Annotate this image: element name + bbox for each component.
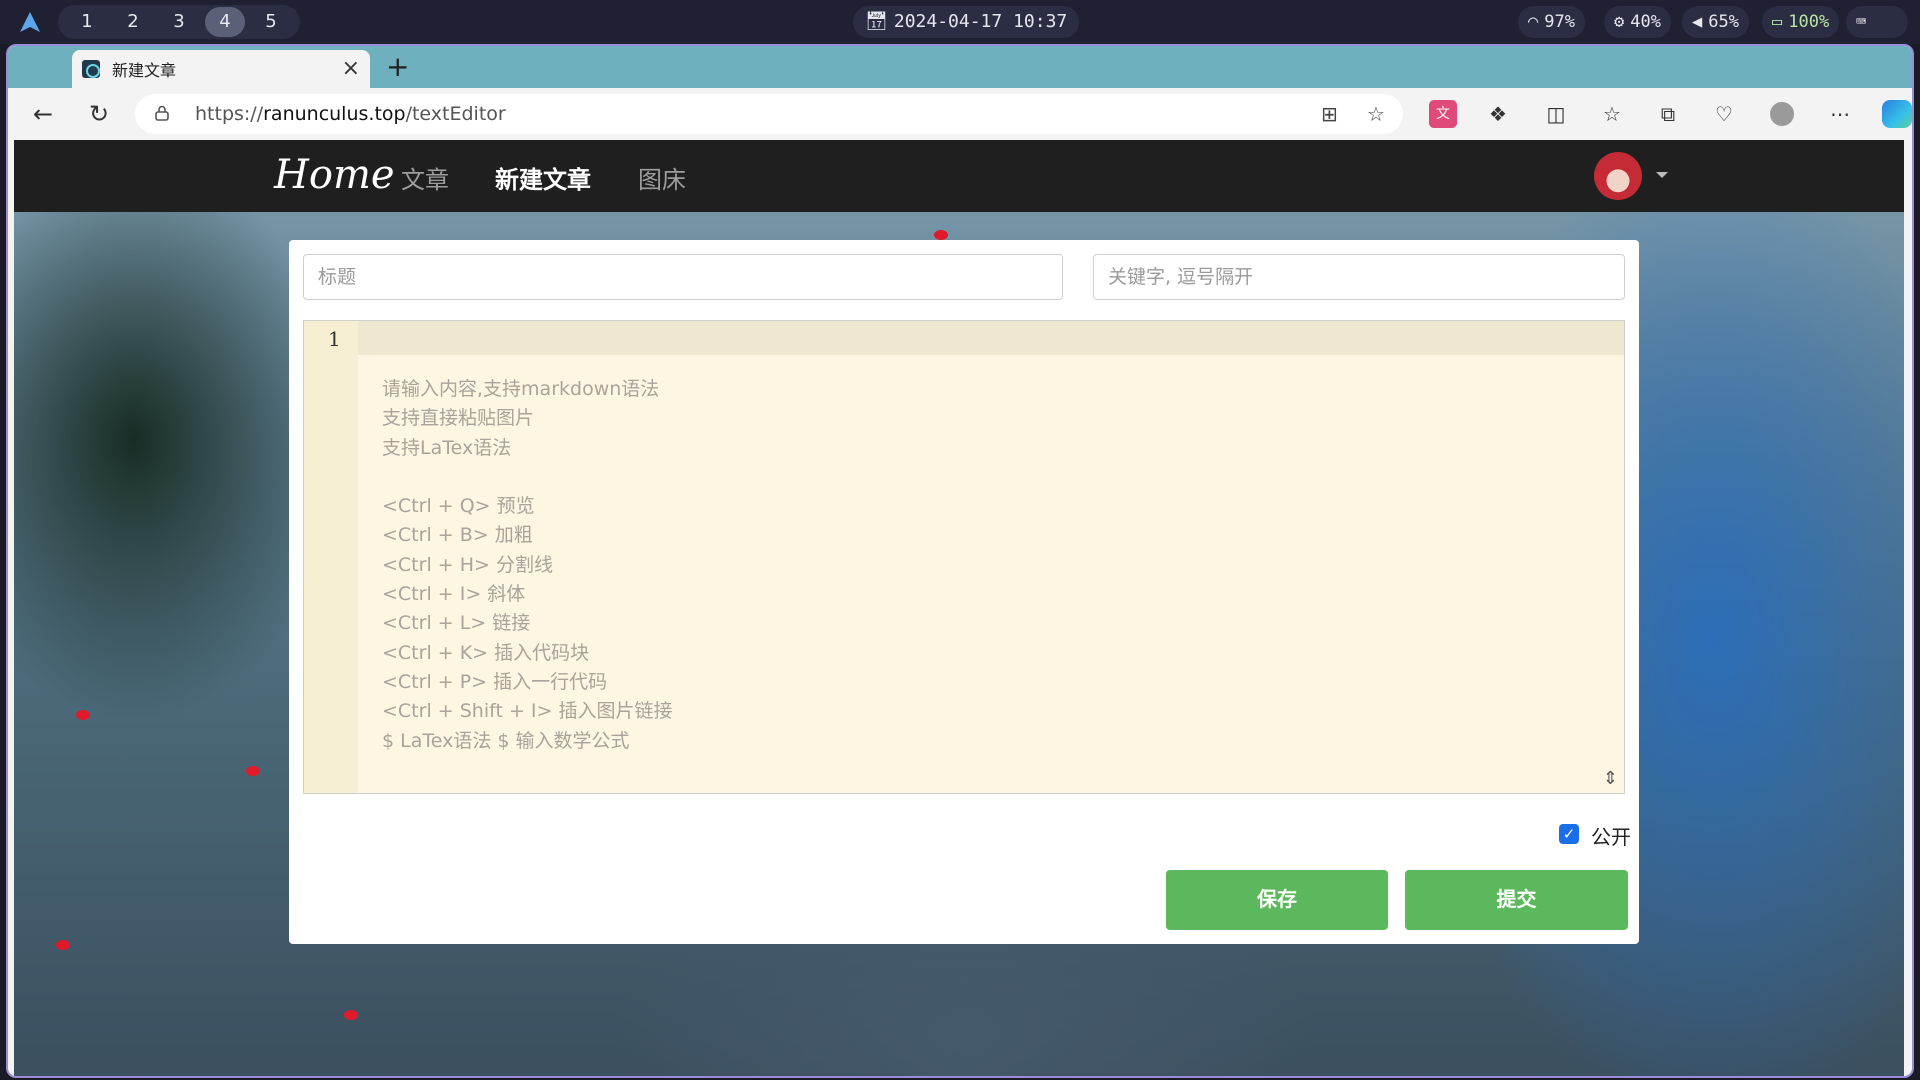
workspace-5[interactable]: 5 <box>251 7 291 37</box>
submit-button[interactable]: 提交 <box>1405 870 1628 930</box>
red-petal-decoration <box>344 1010 358 1020</box>
more-menu-icon[interactable]: ⋯ <box>1826 100 1854 128</box>
user-avatar[interactable] <box>1594 152 1642 200</box>
red-petal-decoration <box>76 710 90 720</box>
browser-tab[interactable]: 新建文章 × <box>72 50 370 88</box>
editor-placeholder: 请输入内容,支持markdown语法 支持直接粘贴图片 支持LaTex语法 <C… <box>382 378 673 752</box>
red-petal-decoration <box>934 230 948 240</box>
profile-avatar-icon[interactable] <box>1770 102 1794 126</box>
brightness-status[interactable]: ⚙ 40% <box>1604 6 1671 38</box>
new-tab-icon[interactable]: + <box>386 50 409 83</box>
translate-extension-icon[interactable]: 文 <box>1429 100 1457 128</box>
workspace-2[interactable]: 2 <box>113 7 153 37</box>
lock-icon[interactable] <box>155 105 169 121</box>
tab-title: 新建文章 <box>112 61 177 80</box>
keywords-input[interactable] <box>1093 254 1625 300</box>
split-screen-icon[interactable]: ◫ <box>1542 100 1570 128</box>
favorites-icon[interactable]: ☆ <box>1598 100 1626 128</box>
brightness-text: 40% <box>1630 12 1661 32</box>
workspace-3[interactable]: 3 <box>159 7 199 37</box>
nav-image-host[interactable]: 图床 <box>638 160 686 195</box>
public-checkbox[interactable]: ✓ <box>1559 824 1579 844</box>
home-brand-link[interactable]: Home <box>274 152 395 198</box>
browser-toolbar: ← ↻ https://ranunculus.top/textEditor ⊞ … <box>8 88 1912 140</box>
workspace-switcher: 1 2 3 4 5 <box>58 5 300 39</box>
battery-status[interactable]: ▭ 100% <box>1762 6 1840 38</box>
markdown-editor[interactable]: 1 请输入内容,支持markdown语法 支持直接粘贴图片 支持LaTex语法 … <box>303 320 1625 794</box>
back-arrow-icon[interactable]: ← <box>28 99 58 129</box>
red-petal-decoration <box>56 940 70 950</box>
chevron-down-icon[interactable] <box>1656 172 1668 178</box>
brightness-icon: ⚙ <box>1614 12 1625 32</box>
line-number-gutter <box>304 321 358 793</box>
workspace-4[interactable]: 4 <box>205 7 245 37</box>
active-line-highlight <box>358 321 1624 355</box>
resize-handle-icon[interactable]: ⇕ <box>1603 768 1618 789</box>
wifi-icon: ◠ <box>1528 12 1539 32</box>
address-bar[interactable]: https://ranunculus.top/textEditor ⊞ ☆ <box>135 94 1403 134</box>
favorite-star-icon[interactable]: ☆ <box>1367 102 1385 126</box>
collections-icon[interactable]: ⧉ <box>1654 100 1682 128</box>
clock[interactable]: 📅︎ 2024-04-17 10:37 <box>853 6 1080 38</box>
url-host: ranunculus.top <box>263 103 406 125</box>
battery-text: 100% <box>1788 12 1830 32</box>
public-label: 公开 <box>1591 825 1631 849</box>
extensions-puzzle-icon[interactable]: ❖ <box>1484 100 1512 128</box>
url-path: /textEditor <box>405 103 506 125</box>
red-petal-decoration <box>246 766 260 776</box>
workspace-1[interactable]: 1 <box>67 7 107 37</box>
keyboard-icon: ⌨ <box>1856 12 1867 32</box>
site-navbar: Home 文章 新建文章 图床 <box>14 140 1904 212</box>
url-text[interactable]: https://ranunculus.top/textEditor <box>195 103 506 125</box>
react-favicon-icon <box>82 60 100 78</box>
tab-close-icon[interactable]: × <box>342 56 360 81</box>
arch-logo-icon[interactable] <box>18 10 42 34</box>
copilot-icon[interactable] <box>1882 100 1912 128</box>
browser-essentials-icon[interactable]: ♡ <box>1710 100 1738 128</box>
calendar-icon: 📅︎ <box>865 11 888 32</box>
title-input[interactable] <box>303 254 1063 300</box>
url-scheme: https:// <box>195 103 264 125</box>
tray-area[interactable]: ⌨ <box>1846 6 1908 38</box>
refresh-icon[interactable]: ↻ <box>84 99 114 129</box>
nav-articles[interactable]: 文章 <box>401 160 449 195</box>
volume-icon: ◀ <box>1692 12 1703 32</box>
nav-new-article[interactable]: 新建文章 <box>495 160 591 195</box>
editor-card: 1 请输入内容,支持markdown语法 支持直接粘贴图片 支持LaTex语法 … <box>289 240 1639 944</box>
line-number: 1 <box>328 327 341 351</box>
battery-icon: ▭ <box>1772 12 1783 32</box>
volume-status[interactable]: ◀ 65% <box>1682 6 1749 38</box>
wifi-status[interactable]: ◠ 97% <box>1518 6 1585 38</box>
system-top-bar: 1 2 3 4 5 📅︎ 2024-04-17 10:37 ◠ 97% ⚙ 40… <box>0 0 1920 44</box>
save-button[interactable]: 保存 <box>1166 870 1388 930</box>
browser-window: 新建文章 × + ← ↻ https://ranunculus.top/text… <box>6 44 1914 1078</box>
wifi-text: 97% <box>1544 12 1575 32</box>
web-page: Home 文章 新建文章 图床 1 请输入内容,支持markdown语法 支持直… <box>14 140 1904 1076</box>
app-grid-icon[interactable]: ⊞ <box>1321 102 1338 126</box>
volume-text: 65% <box>1708 12 1739 32</box>
tab-strip: 新建文章 × + <box>8 46 1912 88</box>
datetime-text: 2024-04-17 10:37 <box>893 11 1068 32</box>
